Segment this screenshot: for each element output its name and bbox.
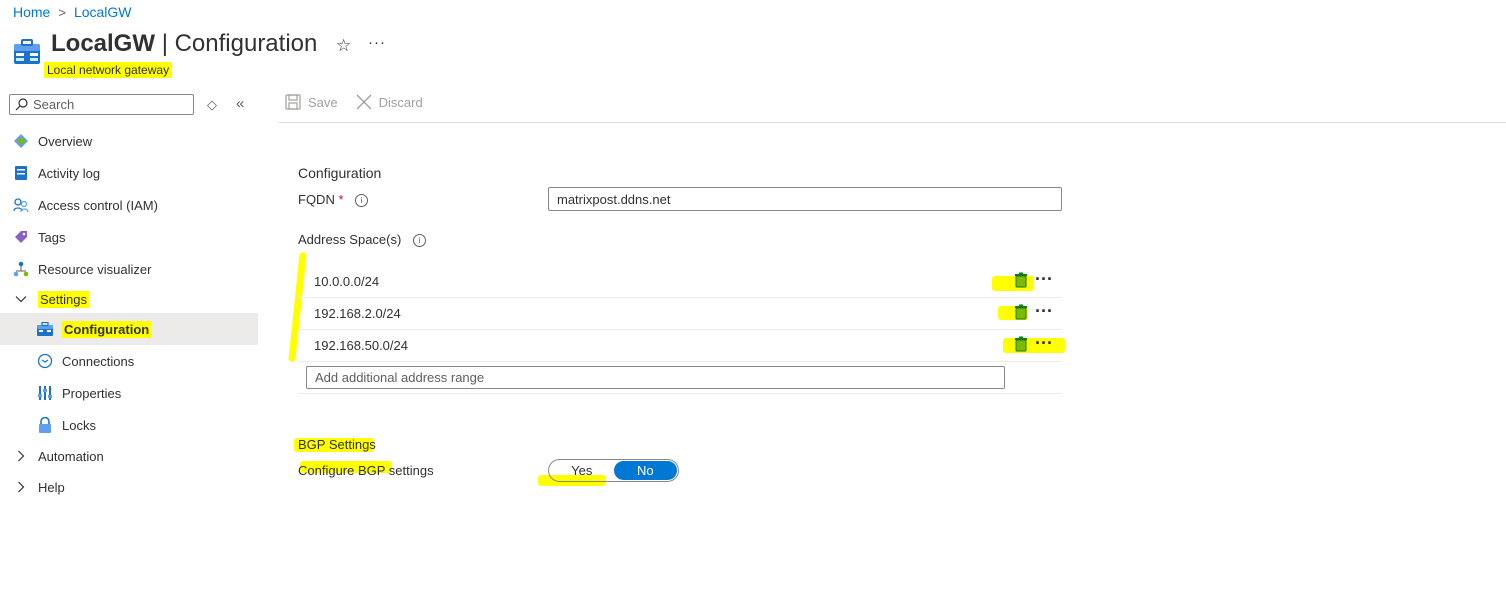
breadcrumb-home-link[interactable]: Home	[13, 4, 50, 20]
sidebar-item-label: Activity log	[38, 165, 101, 181]
row-more-icon[interactable]: ···	[1035, 333, 1053, 354]
delete-icon[interactable]	[1014, 336, 1028, 357]
discard-button[interactable]: Discard	[356, 94, 423, 110]
required-mark: *	[338, 192, 344, 207]
sidebar-item-label: Overview	[38, 133, 93, 149]
address-space-row: 192.168.50.0/24 ···	[298, 330, 1062, 362]
ellipsis-icon[interactable]: ···	[368, 34, 386, 51]
local-network-gateway-icon	[13, 38, 41, 71]
sidebar-item-configuration[interactable]: Configuration	[0, 313, 258, 345]
row-more-icon[interactable]: ···	[1035, 269, 1053, 290]
save-icon	[285, 94, 301, 110]
lock-icon	[36, 416, 54, 434]
bgp-no-option[interactable]: No	[613, 461, 677, 480]
resource-name: LocalGW	[51, 30, 156, 57]
search-icon	[15, 98, 28, 111]
address-space-row: 192.168.2.0/24 ···	[298, 298, 1062, 330]
configuration-section-title: Configuration	[298, 165, 382, 181]
sidebar-item-connections[interactable]: Connections	[0, 345, 258, 377]
gateway-icon	[36, 320, 54, 338]
search-placeholder: Search	[33, 97, 75, 112]
sidebar-item-label: Properties	[62, 385, 122, 401]
iam-icon	[12, 196, 30, 214]
address-space-label-text: Address Space(s)	[298, 232, 402, 247]
visualizer-icon	[12, 260, 30, 278]
tag-icon	[12, 228, 30, 246]
chevron-right-icon	[12, 478, 30, 496]
sidebar-item-label: Connections	[62, 353, 135, 369]
discard-label: Discard	[378, 94, 423, 110]
sidebar-item-overview[interactable]: Overview	[0, 125, 258, 157]
sidebar-nav: Overview Activity log Access control (IA…	[0, 125, 258, 503]
fqdn-label-text: FQDN	[298, 192, 335, 207]
sort-icon[interactable]: ◇	[207, 97, 217, 113]
collapse-sidebar-icon[interactable]: «	[236, 95, 244, 112]
row-more-icon[interactable]: ···	[1035, 301, 1053, 322]
breadcrumb-current-link[interactable]: LocalGW	[74, 4, 132, 20]
sidebar-item-label: Automation	[38, 448, 104, 464]
sidebar-item-tags[interactable]: Tags	[0, 221, 258, 253]
save-label: Save	[308, 94, 338, 110]
sidebar-item-settings[interactable]: Settings	[0, 285, 258, 313]
sidebar-item-label: Locks	[62, 417, 96, 433]
sidebar-item-locks[interactable]: Locks	[0, 409, 258, 441]
sidebar-search-input[interactable]: Search	[9, 94, 194, 115]
page-title: LocalGW | Configuration	[51, 30, 317, 58]
sidebar-item-label: Tags	[38, 229, 66, 245]
sidebar-item-label: Help	[38, 479, 65, 495]
bgp-yes-option[interactable]: Yes	[550, 461, 614, 480]
properties-icon	[36, 384, 54, 402]
add-address-placeholder: Add additional address range	[315, 370, 485, 385]
bgp-toggle[interactable]: Yes No	[548, 459, 679, 482]
address-space-value: 192.168.2.0/24	[314, 306, 401, 321]
overview-icon	[12, 132, 30, 150]
sidebar-item-label: Resource visualizer	[38, 261, 152, 277]
address-space-label: Address Space(s) i	[298, 232, 426, 248]
save-button[interactable]: Save	[285, 94, 338, 110]
activity-log-icon	[12, 164, 30, 182]
sidebar-item-help[interactable]: Help	[0, 471, 258, 503]
fqdn-input[interactable]: matrixpost.ddns.net	[548, 187, 1062, 211]
fqdn-value: matrixpost.ddns.net	[557, 191, 671, 207]
info-icon[interactable]: i	[412, 234, 426, 248]
sidebar-item-label: Settings	[38, 290, 89, 308]
address-space-value: 10.0.0.0/24	[314, 274, 380, 289]
sidebar-item-activity-log[interactable]: Activity log	[0, 157, 258, 189]
title-divider: |	[161, 30, 168, 57]
delete-icon[interactable]	[1014, 272, 1028, 293]
address-space-row: 10.0.0.0/24 ···	[298, 266, 1062, 298]
page-name: Configuration	[174, 30, 318, 57]
address-space-value: 192.168.50.0/24	[314, 338, 408, 353]
command-toolbar: Save Discard	[285, 94, 423, 110]
sidebar-item-automation[interactable]: Automation	[0, 441, 258, 471]
sidebar-item-label: Configuration	[62, 320, 152, 338]
close-icon	[356, 94, 372, 110]
bgp-section-title: BGP Settings	[298, 437, 376, 452]
toolbar-divider	[278, 122, 1506, 123]
resource-type-subtitle: Local network gateway	[44, 62, 173, 78]
delete-icon[interactable]	[1014, 304, 1028, 325]
star-icon[interactable]: ☆	[336, 36, 351, 56]
sidebar-item-resource-visualizer[interactable]: Resource visualizer	[0, 253, 258, 285]
configure-bgp-label: Configure BGP settings	[298, 463, 434, 478]
connections-icon	[36, 352, 54, 370]
add-address-range-input[interactable]: Add additional address range	[306, 366, 1005, 389]
sidebar-item-label: Access control (IAM)	[38, 197, 158, 213]
info-icon[interactable]: i	[355, 194, 369, 208]
sidebar-item-properties[interactable]: Properties	[0, 377, 258, 409]
chevron-right-icon	[12, 447, 30, 465]
chevron-down-icon	[12, 290, 30, 308]
sidebar-item-iam[interactable]: Access control (IAM)	[0, 189, 258, 221]
breadcrumb-separator: >	[58, 4, 66, 20]
breadcrumb: Home > LocalGW	[13, 4, 132, 20]
fqdn-label: FQDN * i	[298, 192, 369, 208]
